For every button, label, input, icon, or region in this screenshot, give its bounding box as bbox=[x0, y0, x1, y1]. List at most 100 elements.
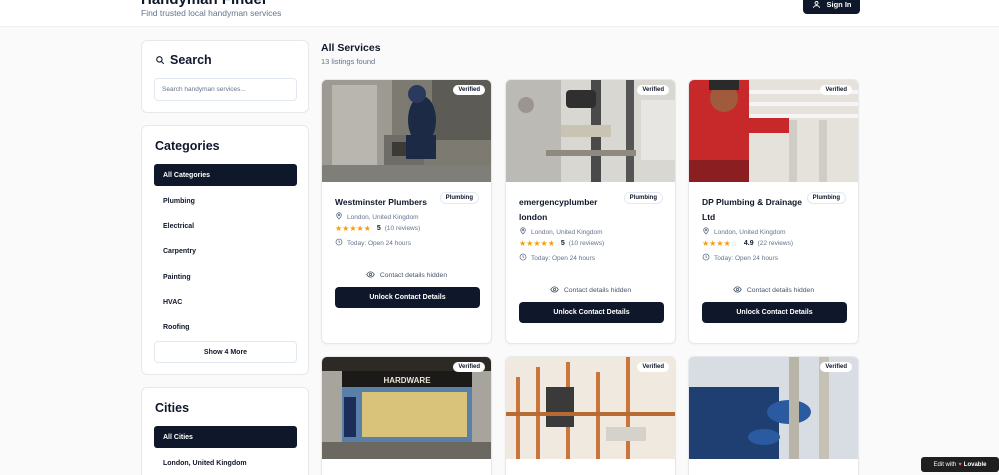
listing-card[interactable]: Verified emergencyplumber london Plumbin… bbox=[505, 79, 676, 344]
eye-icon bbox=[550, 285, 559, 296]
rating-row: ★★★★★ 5 (10 reviews) bbox=[335, 224, 420, 233]
eye-icon bbox=[366, 270, 375, 281]
city-list: All Cities London, United Kingdom bbox=[154, 426, 297, 475]
contact-hidden-label: Contact details hidden bbox=[746, 287, 815, 294]
listing-hours: Today: Open 24 hours bbox=[531, 254, 595, 262]
unlock-contact-button[interactable]: Unlock Contact Details bbox=[702, 302, 847, 323]
verified-badge: Verified bbox=[453, 85, 485, 95]
category-plumbing[interactable]: Plumbing bbox=[154, 189, 297, 214]
location-row: London, United Kingdom bbox=[335, 212, 419, 222]
categories-title: Categories bbox=[155, 139, 220, 153]
category-all[interactable]: All Categories bbox=[154, 164, 297, 186]
results-title: All Services bbox=[321, 42, 381, 54]
review-count: (10 reviews) bbox=[384, 225, 421, 232]
eye-icon bbox=[733, 285, 742, 296]
review-count: (22 reviews) bbox=[757, 240, 793, 247]
unlock-contact-button[interactable]: Unlock Contact Details bbox=[335, 287, 480, 308]
contact-hidden-row: Contact details hidden bbox=[689, 285, 858, 296]
sign-in-label: Sign In bbox=[826, 0, 852, 9]
category-hvac[interactable]: HVAC bbox=[154, 290, 297, 315]
star-rating-icon: ★★★★★ bbox=[335, 224, 371, 233]
listing-photo: Verified bbox=[689, 80, 858, 182]
category-painting[interactable]: Painting bbox=[154, 265, 297, 290]
listing-name[interactable]: Westminster Plumbers bbox=[335, 195, 440, 210]
app-title[interactable]: Handyman Finder bbox=[141, 0, 268, 8]
hours-row: Today: Open 24 hours bbox=[702, 253, 778, 263]
search-heading: Search bbox=[155, 53, 212, 67]
star-rating-icon: ★★★★★ bbox=[519, 239, 555, 248]
category-electrical[interactable]: Electrical bbox=[154, 214, 297, 239]
listing-location: London, United Kingdom bbox=[347, 213, 419, 221]
heart-icon: ♥ bbox=[958, 461, 962, 468]
rating-row: ★★★★★ 5 (10 reviews) bbox=[519, 239, 604, 248]
categories-panel: Categories All Categories Plumbing Elect… bbox=[141, 125, 309, 375]
star-rating-icon: ★★★★☆ bbox=[702, 239, 738, 248]
user-icon bbox=[812, 0, 820, 8]
show-more-button[interactable]: Show 4 More bbox=[154, 341, 297, 363]
svg-text:HARDWARE: HARDWARE bbox=[383, 376, 431, 385]
cities-title: Cities bbox=[155, 401, 190, 415]
edit-with-lovable-badge[interactable]: Edit with ♥ Lovable bbox=[921, 457, 999, 472]
listing-card[interactable]: Verified bbox=[688, 356, 859, 475]
listing-location: London, United Kingdom bbox=[531, 228, 603, 236]
map-pin-icon bbox=[335, 212, 343, 222]
listing-photo: Verified bbox=[689, 357, 858, 459]
search-input[interactable] bbox=[154, 78, 297, 101]
city-london[interactable]: London, United Kingdom bbox=[154, 451, 297, 475]
contact-hidden-row: Contact details hidden bbox=[322, 270, 491, 281]
verified-badge: Verified bbox=[820, 362, 852, 372]
lovable-prefix: Edit with bbox=[933, 461, 957, 468]
search-panel: Search bbox=[141, 40, 309, 113]
listing-name[interactable]: emergencyplumber london bbox=[519, 195, 624, 224]
map-pin-icon bbox=[702, 227, 710, 237]
listing-photo: Verified bbox=[506, 357, 675, 459]
rating-value: 5 bbox=[376, 225, 381, 232]
map-pin-icon bbox=[519, 227, 527, 237]
unlock-contact-button[interactable]: Unlock Contact Details bbox=[519, 302, 664, 323]
verified-badge: Verified bbox=[820, 85, 852, 95]
hours-row: Today: Open 24 hours bbox=[335, 238, 411, 248]
top-header: Handyman Finder Find trusted local handy… bbox=[0, 0, 999, 27]
results-count: 13 listings found bbox=[321, 57, 376, 66]
city-all[interactable]: All Cities bbox=[154, 426, 297, 448]
listing-name[interactable]: DP Plumbing & Drainage Ltd bbox=[702, 195, 807, 224]
clock-icon bbox=[335, 238, 343, 248]
listing-hours: Today: Open 24 hours bbox=[714, 254, 778, 262]
listing-card[interactable]: Verified DP Plumbing & Drainage Ltd Plum… bbox=[688, 79, 859, 344]
listing-photo: Verified bbox=[506, 80, 675, 182]
listing-location: London, United Kingdom bbox=[714, 228, 786, 236]
category-list: All Categories Plumbing Electrical Carpe… bbox=[154, 164, 297, 340]
contact-hidden-label: Contact details hidden bbox=[563, 287, 632, 294]
cities-panel: Cities All Cities London, United Kingdom bbox=[141, 387, 309, 475]
rating-row: ★★★★☆ 4.9 (22 reviews) bbox=[702, 239, 793, 248]
verified-badge: Verified bbox=[453, 362, 485, 372]
listing-card[interactable]: HARDWARE Verified bbox=[321, 356, 492, 475]
category-carpentry[interactable]: Carpentry bbox=[154, 239, 297, 264]
contact-hidden-label: Contact details hidden bbox=[379, 272, 448, 279]
search-title: Search bbox=[170, 53, 212, 67]
sign-in-button[interactable]: Sign In bbox=[803, 0, 860, 14]
listing-photo: Verified bbox=[322, 80, 491, 182]
location-row: London, United Kingdom bbox=[519, 227, 603, 237]
search-icon bbox=[156, 56, 165, 65]
hours-row: Today: Open 24 hours bbox=[519, 253, 595, 263]
rating-value: 5 bbox=[560, 240, 565, 247]
listing-photo: HARDWARE Verified bbox=[322, 357, 491, 459]
category-badge: Plumbing bbox=[439, 192, 479, 204]
lovable-brand: Lovable bbox=[963, 461, 987, 468]
listing-hours: Today: Open 24 hours bbox=[347, 239, 411, 247]
review-count: (10 reviews) bbox=[568, 240, 605, 247]
category-badge: Plumbing bbox=[623, 192, 663, 204]
listing-card[interactable]: Verified Westminster Plumbers Plumbing L… bbox=[321, 79, 492, 344]
category-badge: Plumbing bbox=[806, 192, 846, 204]
contact-hidden-row: Contact details hidden bbox=[506, 285, 675, 296]
verified-badge: Verified bbox=[637, 362, 669, 372]
listing-card[interactable]: Verified bbox=[505, 356, 676, 475]
verified-badge: Verified bbox=[637, 85, 669, 95]
app-subtitle: Find trusted local handyman services bbox=[141, 8, 282, 18]
location-row: London, United Kingdom bbox=[702, 227, 786, 237]
clock-icon bbox=[519, 253, 527, 263]
category-roofing[interactable]: Roofing bbox=[154, 315, 297, 340]
rating-value: 4.9 bbox=[743, 240, 754, 247]
clock-icon bbox=[702, 253, 710, 263]
